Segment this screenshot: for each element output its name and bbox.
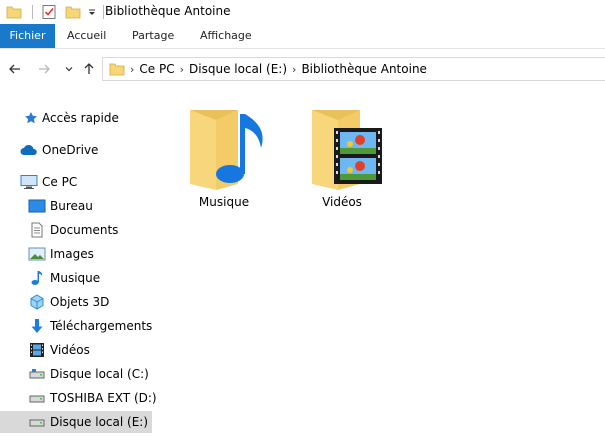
forward-button[interactable] [36, 61, 52, 77]
drive-icon [28, 414, 46, 430]
quick-access-toolbar [6, 3, 104, 21]
nav-item-label: Vidéos [50, 343, 90, 357]
nav-item-ce-pc[interactable]: Ce PC [0, 171, 152, 193]
music-folder-icon [186, 104, 266, 190]
documents-icon [28, 222, 46, 238]
tab-partage[interactable]: Partage [132, 24, 174, 48]
folder-name: Vidéos [322, 195, 362, 209]
nav-item-acces-rapide[interactable]: Accès rapide [0, 107, 152, 129]
new-folder-icon[interactable] [65, 4, 81, 20]
breadcrumb-ce-pc[interactable]: Ce PC [139, 62, 174, 76]
video-folder-icon [308, 104, 388, 190]
nav-item-label: Documents [50, 223, 119, 237]
address-row: › Ce PC › Disque local (E:) › Bibliothèq… [0, 55, 605, 83]
recent-locations-button[interactable] [61, 61, 77, 77]
folder-videos[interactable]: Vidéos [292, 104, 392, 214]
nav-item-label: Bureau [50, 199, 93, 213]
folder-musique[interactable]: Musique [174, 104, 274, 214]
drive-icon [28, 390, 46, 406]
ribbon-tabs: Fichier Accueil Partage Affichage [0, 24, 605, 49]
nav-item-label: Téléchargements [50, 319, 153, 333]
forward-arrow-icon [39, 64, 50, 74]
nav-item-label: Musique [50, 271, 101, 285]
nav-item-label: Objets 3D [50, 295, 110, 309]
folder-name: Musique [198, 195, 250, 209]
breadcrumb-bibliotheque[interactable]: Bibliothèque Antoine [301, 62, 427, 76]
nav-item-label: Accès rapide [42, 111, 119, 125]
properties-check-icon[interactable] [41, 4, 57, 20]
back-arrow-icon [9, 64, 20, 74]
nav-item-label: Disque local (E:) [50, 415, 149, 429]
folder-icon [109, 61, 125, 77]
tab-affichage[interactable]: Affichage [200, 24, 252, 48]
nav-item-toshiba-d[interactable]: TOSHIBA EXT (D:) [0, 387, 157, 409]
chevron-right-icon[interactable]: › [292, 63, 296, 76]
nav-item-label: Disque local (C:) [50, 367, 149, 381]
folder-icon[interactable] [6, 4, 22, 20]
nav-item-disque-e[interactable]: Disque local (E:) [0, 411, 152, 433]
toolbar-divider [103, 5, 104, 19]
computer-icon [20, 174, 38, 190]
back-button[interactable] [7, 61, 23, 77]
nav-item-onedrive[interactable]: OneDrive [0, 139, 152, 161]
tab-fichier[interactable]: Fichier [0, 24, 55, 48]
film-icon [28, 342, 46, 358]
chevron-right-icon[interactable]: › [130, 63, 134, 76]
breadcrumb-disque-e[interactable]: Disque local (E:) [189, 62, 287, 76]
cube-icon [28, 294, 46, 310]
up-button[interactable] [81, 61, 97, 77]
toolbar-divider [32, 5, 33, 19]
nav-item-label: Images [50, 247, 94, 261]
nav-item-telechargements[interactable]: Téléchargements [0, 315, 152, 337]
nav-item-label: TOSHIBA EXT (D:) [50, 391, 157, 405]
nav-item-musique[interactable]: Musique [0, 267, 152, 289]
up-arrow-icon [84, 63, 94, 74]
nav-item-disque-c[interactable]: Disque local (C:) [0, 363, 152, 385]
nav-item-label: Ce PC [42, 175, 78, 189]
title-bar: Bibliothèque Antoine [0, 0, 605, 24]
desktop-icon [28, 198, 46, 214]
nav-item-bureau[interactable]: Bureau [0, 195, 152, 217]
download-arrow-icon [28, 318, 46, 334]
address-bar[interactable]: › Ce PC › Disque local (E:) › Bibliothèq… [102, 57, 605, 81]
star-icon [22, 110, 40, 126]
music-note-icon [28, 270, 46, 286]
chevron-right-icon[interactable]: › [180, 63, 184, 76]
customize-dropdown-icon[interactable] [87, 4, 97, 20]
nav-item-images[interactable]: Images [0, 243, 152, 265]
nav-item-label: OneDrive [42, 143, 99, 157]
drive-icon [28, 366, 46, 382]
tab-accueil[interactable]: Accueil [67, 24, 106, 48]
window-title: Bibliothèque Antoine [105, 4, 231, 18]
nav-item-documents[interactable]: Documents [0, 219, 152, 241]
cloud-icon [20, 142, 38, 158]
nav-item-objets-3d[interactable]: Objets 3D [0, 291, 152, 313]
navigation-pane: Accès rapide OneDrive Ce PC Bureau Docum… [0, 98, 160, 443]
chevron-down-icon [65, 67, 73, 72]
images-icon [28, 246, 46, 262]
nav-item-videos[interactable]: Vidéos [0, 339, 152, 361]
